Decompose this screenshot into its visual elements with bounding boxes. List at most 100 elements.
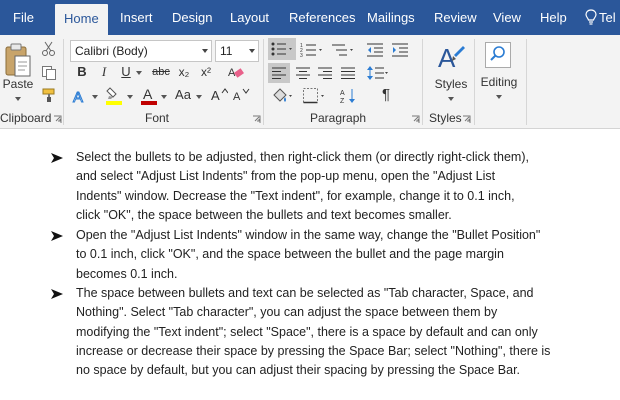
- list-item: The space between bullets and text can b…: [76, 284, 596, 380]
- tab-tell-me[interactable]: Tel: [599, 0, 616, 35]
- strikethrough-button[interactable]: abc: [149, 63, 173, 81]
- font-launcher-icon[interactable]: [252, 115, 261, 124]
- paste-dropdown-arrow[interactable]: [15, 97, 21, 101]
- change-case-button[interactable]: Aa: [172, 86, 194, 104]
- ribbon: Paste Clipboard Calibri (Body) 11 B I U …: [0, 35, 620, 129]
- arrow-bullet-icon: [51, 153, 63, 163]
- list-item: Open the "Adjust List Indents" window in…: [76, 226, 596, 284]
- text-effects-icon[interactable]: A: [72, 87, 90, 106]
- font-color-icon[interactable]: A: [140, 85, 158, 105]
- paragraph-launcher-icon[interactable]: [411, 115, 420, 124]
- separator: [422, 39, 423, 125]
- clipboard-icon: [5, 43, 31, 77]
- font-size-value: 11: [220, 44, 233, 58]
- svg-text:Z: Z: [340, 98, 345, 105]
- copy-icon[interactable]: [41, 65, 57, 81]
- align-center-icon[interactable]: [295, 66, 311, 80]
- list-item: Select the bullets to be adjusted, then …: [76, 148, 596, 225]
- lightbulb-icon[interactable]: [585, 9, 597, 26]
- font-size-combo[interactable]: 11: [215, 40, 259, 62]
- tab-view[interactable]: View: [493, 0, 521, 35]
- bullets-button[interactable]: [268, 38, 296, 60]
- clipboard-launcher-icon[interactable]: [53, 115, 62, 124]
- show-formatting-marks-button[interactable]: ¶: [377, 86, 395, 104]
- underline-dropdown-arrow[interactable]: [136, 71, 142, 75]
- align-right-icon[interactable]: [317, 66, 333, 80]
- highlight-icon[interactable]: [104, 85, 124, 105]
- svg-text:A: A: [73, 89, 83, 105]
- ribbon-tab-bar: File Home Insert Design Layout Reference…: [0, 0, 620, 35]
- styles-dropdown-arrow[interactable]: [448, 97, 454, 101]
- paragraph-group-label: Paragraph: [310, 111, 367, 125]
- paste-label: Paste: [2, 77, 34, 91]
- highlight-dropdown-arrow[interactable]: [127, 95, 133, 99]
- svg-text:A: A: [211, 88, 220, 103]
- clear-formatting-icon[interactable]: A: [228, 65, 244, 79]
- tab-review[interactable]: Review: [434, 0, 477, 35]
- separator: [526, 39, 527, 125]
- tab-insert[interactable]: Insert: [120, 0, 153, 35]
- list-item-line: and select "Adjust List Indents" from th…: [76, 169, 496, 184]
- increase-indent-icon[interactable]: [391, 42, 409, 58]
- list-item-line: Indents" window. Decrease the "Text inde…: [76, 188, 515, 203]
- arrow-bullet-icon: [51, 231, 63, 241]
- tab-help[interactable]: Help: [540, 0, 567, 35]
- cut-icon[interactable]: [41, 41, 57, 57]
- italic-button[interactable]: I: [95, 63, 113, 81]
- list-item-line: click "OK", the space between the bullet…: [76, 207, 452, 222]
- styles-launcher-icon[interactable]: [462, 115, 471, 124]
- format-painter-icon[interactable]: [41, 87, 57, 103]
- separator: [474, 39, 475, 125]
- styles-button[interactable]: A: [433, 39, 469, 77]
- separator: [63, 39, 64, 125]
- tab-references[interactable]: References: [289, 0, 355, 35]
- chevron-down-icon: [249, 49, 255, 53]
- tab-file[interactable]: File: [13, 0, 34, 35]
- align-left-icon: [272, 67, 286, 79]
- chevron-down-icon: [202, 49, 208, 53]
- editing-label: Editing: [480, 75, 518, 89]
- list-item-line: no space by default, but you can adjust …: [76, 363, 521, 378]
- list-item-line: to 0.1 inch, click "OK", and the space b…: [76, 247, 504, 262]
- editing-dropdown-arrow[interactable]: [496, 95, 502, 99]
- styles-label: Styles: [434, 77, 468, 91]
- svg-text:3: 3: [300, 53, 303, 58]
- tab-design[interactable]: Design: [172, 0, 212, 35]
- bold-button[interactable]: B: [73, 63, 91, 81]
- shading-icon[interactable]: [270, 87, 294, 105]
- font-color-dropdown-arrow[interactable]: [161, 95, 167, 99]
- underline-button[interactable]: U: [117, 63, 135, 81]
- text-effects-dropdown-arrow[interactable]: [92, 95, 98, 99]
- list-item-line: Select the bullets to be adjusted, then …: [76, 150, 529, 164]
- list-item-line: modifying the "Text indent"; select "Spa…: [76, 324, 538, 339]
- tab-mailings[interactable]: Mailings: [367, 0, 415, 35]
- change-case-dropdown-arrow[interactable]: [196, 95, 202, 99]
- svg-text:A: A: [340, 90, 345, 97]
- list-item-line: becomes 0.1 inch.: [76, 266, 178, 281]
- list-item-line: Open the "Adjust List Indents" window in…: [76, 228, 541, 242]
- sort-icon[interactable]: A Z: [340, 87, 358, 105]
- font-name-combo[interactable]: Calibri (Body): [70, 40, 212, 62]
- document-page[interactable]: Select the bullets to be adjusted, then …: [0, 130, 620, 400]
- justify-icon[interactable]: [340, 66, 356, 80]
- list-item-line: The space between bullets and text can b…: [76, 286, 534, 300]
- tab-home[interactable]: Home: [55, 4, 108, 35]
- paste-button[interactable]: [2, 41, 34, 81]
- numbering-icon[interactable]: 123: [300, 42, 324, 58]
- arrow-bullet-icon: [51, 289, 63, 299]
- styles-icon: A: [438, 43, 465, 73]
- decrease-indent-icon[interactable]: [366, 42, 384, 58]
- align-left-button[interactable]: [268, 63, 290, 83]
- separator: [263, 39, 264, 125]
- grow-font-icon[interactable]: A: [210, 87, 228, 103]
- multilevel-list-icon[interactable]: [331, 42, 355, 58]
- font-name-value: Calibri (Body): [75, 44, 148, 58]
- line-spacing-icon[interactable]: [366, 64, 390, 82]
- svg-text:A: A: [143, 86, 153, 102]
- tab-layout[interactable]: Layout: [230, 0, 269, 35]
- shrink-font-icon[interactable]: A: [232, 87, 250, 103]
- subscript-button[interactable]: x₂: [174, 63, 194, 81]
- borders-icon[interactable]: [302, 87, 326, 105]
- superscript-button[interactable]: x²: [196, 63, 216, 81]
- editing-button[interactable]: [483, 41, 513, 69]
